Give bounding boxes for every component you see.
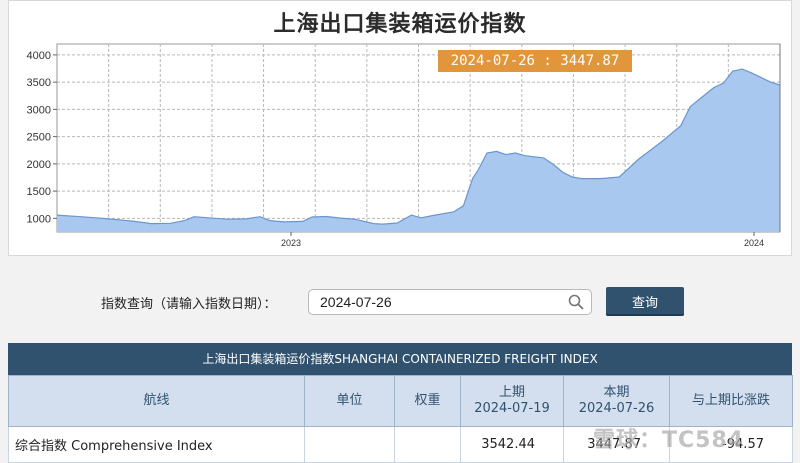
header-current-date: 2024-07-26 [578, 401, 655, 416]
y-tick-label: 1500 [27, 186, 51, 198]
header-previous: 上期 2024-07-19 [460, 375, 564, 427]
table-banner: 上海出口集装箱运价指数SHANGHAI CONTAINERIZED FREIGH… [8, 343, 792, 375]
y-tick-label: 4000 [27, 50, 51, 62]
search-row: 指数查询（请输入指数日期）： 查询 [0, 286, 800, 318]
y-tick-label: 3000 [27, 104, 51, 116]
header-change: 与上期比涨跌 [669, 375, 793, 427]
header-previous-label: 上期 [498, 385, 525, 400]
search-icon[interactable] [568, 294, 584, 310]
header-route: 航线 [8, 375, 305, 427]
cell-previous: 3542.44 [460, 426, 564, 463]
y-tick-label: 3500 [27, 77, 51, 89]
x-tick-label: 2024 [744, 238, 764, 248]
query-button[interactable]: 查询 [606, 287, 684, 316]
y-tick-label: 2000 [27, 159, 51, 171]
cell-route: 综合指数 Comprehensive Index [8, 426, 305, 463]
y-tick-label: 2500 [27, 132, 51, 144]
date-search-input[interactable] [308, 289, 592, 315]
chart-panel: 上海出口集装箱运价指数 1000 1500 2000 2500 3000 3500 4000… [8, 0, 792, 256]
cell-weight [394, 426, 461, 463]
search-label: 指数查询（请输入指数日期）： [101, 297, 277, 312]
watermark: 雪球：TC584 [593, 428, 745, 453]
cell-unit [304, 426, 395, 463]
x-tick-label: 2023 [281, 238, 301, 248]
header-weight: 权重 [394, 375, 461, 427]
header-previous-date: 2024-07-19 [474, 401, 550, 416]
chart-tooltip: 2024-07-26 : 3447.87 [438, 50, 632, 72]
freight-index-chart[interactable]: 1000 1500 2000 2500 3000 3500 4000 2023 2024 [9, 1, 793, 257]
header-current-label: 本期 [603, 385, 630, 400]
y-tick-label: 1000 [27, 213, 51, 225]
header-current: 本期 2024-07-26 [563, 375, 670, 427]
header-unit: 单位 [304, 375, 395, 427]
